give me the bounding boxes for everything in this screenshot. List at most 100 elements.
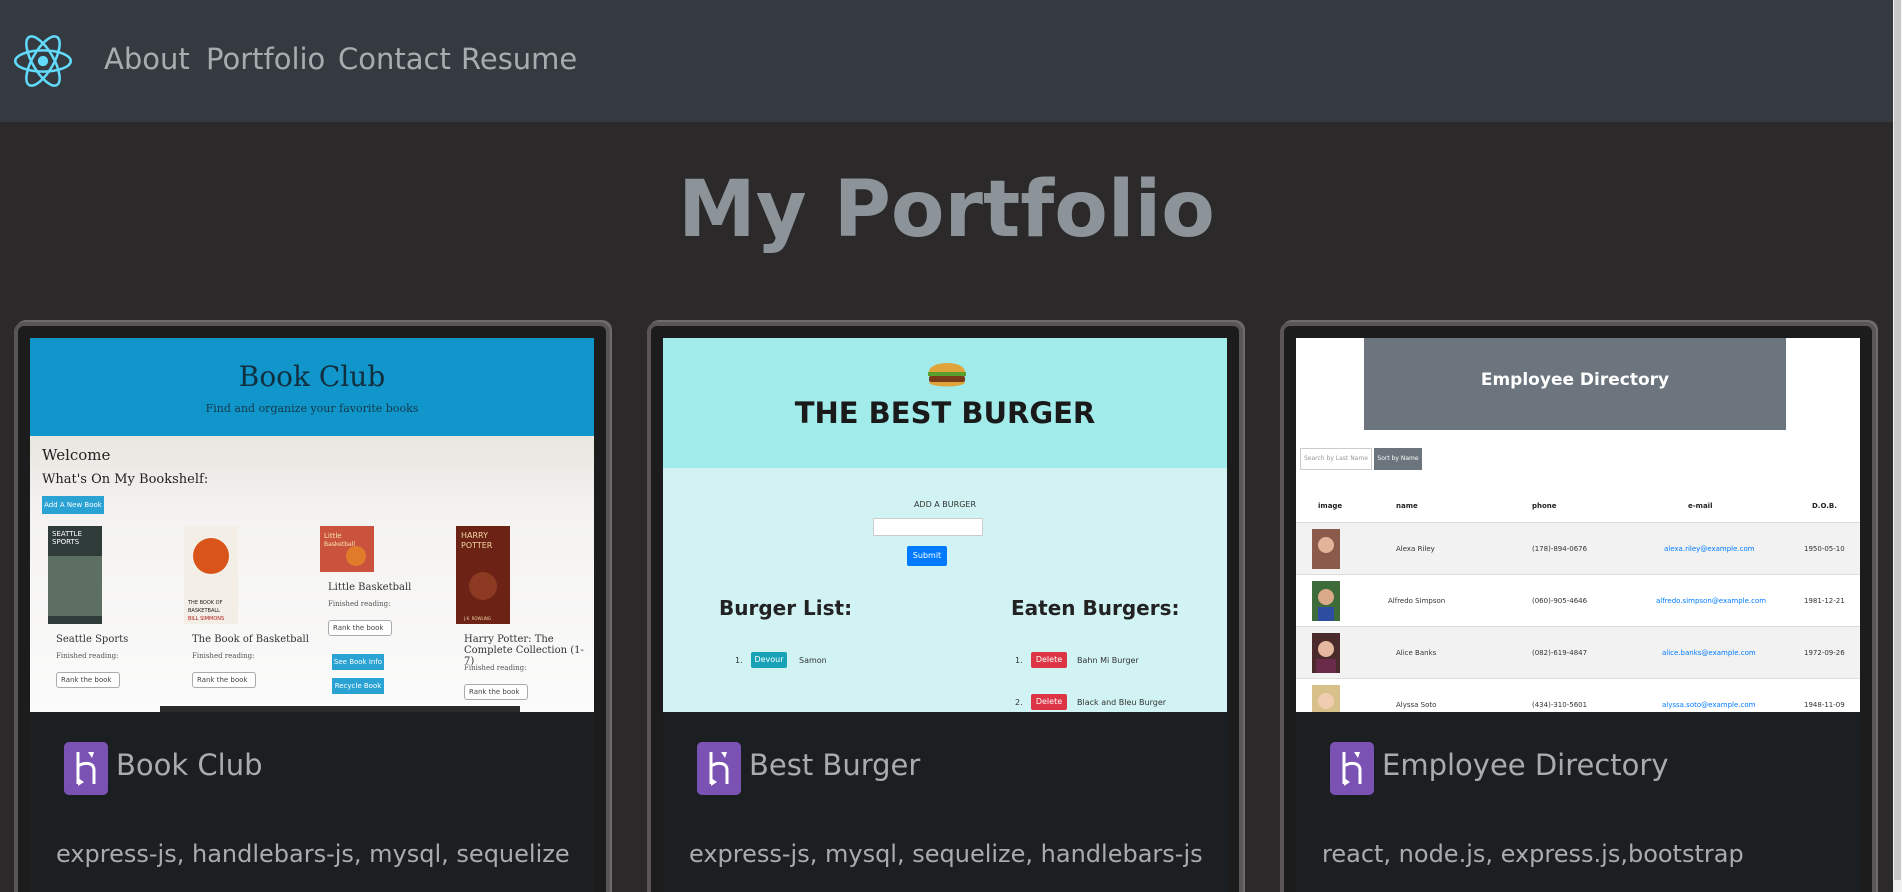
burger-input bbox=[873, 518, 983, 536]
book-rank-select: Rank the book bbox=[56, 672, 120, 688]
book-title: Little Basketball bbox=[328, 582, 412, 593]
employee-row: Alfredo Simpson (060)-905-4646 alfredo.s… bbox=[1296, 574, 1860, 626]
book-title: Harry Potter: The Complete Collection (1… bbox=[464, 634, 584, 667]
book-rank-select: Rank the book bbox=[328, 620, 392, 636]
heroku-icon[interactable] bbox=[1330, 742, 1374, 795]
bookclub-subtitle: Find and organize your favorite books bbox=[205, 402, 419, 415]
delete-button: Delete bbox=[1031, 694, 1067, 710]
employee-avatar bbox=[1312, 581, 1340, 621]
employee-email: alice.banks@example.com bbox=[1662, 649, 1756, 657]
burger-name: Samon bbox=[799, 656, 827, 665]
book-finished-label: Finished reading: bbox=[464, 664, 527, 672]
nav-link-portfolio[interactable]: Portfolio bbox=[206, 42, 325, 76]
eaten-burgers-heading: Eaten Burgers: bbox=[1011, 596, 1180, 620]
employee-avatar bbox=[1312, 529, 1340, 569]
bookclub-title: Book Club bbox=[238, 360, 386, 393]
book-finished-label: Finished reading: bbox=[56, 652, 119, 660]
employee-email: alyssa.soto@example.com bbox=[1662, 701, 1756, 709]
bookclub-welcome: Welcome bbox=[42, 446, 111, 464]
svg-text:THE BOOK OF: THE BOOK OF bbox=[187, 600, 223, 606]
project-title[interactable]: Employee Directory bbox=[1382, 748, 1669, 782]
svg-text:SEATTLE: SEATTLE bbox=[52, 530, 82, 538]
employee-name: Alice Banks bbox=[1396, 649, 1437, 657]
employee-column-header: D.O.B. bbox=[1812, 502, 1837, 510]
burger-number: 2. bbox=[1015, 698, 1023, 707]
project-tags: express-js, mysql, sequelize, handlebars… bbox=[689, 840, 1203, 868]
bookclub-shelf-heading: What's On My Bookshelf: bbox=[42, 472, 209, 487]
employee-phone: (060)-905-4646 bbox=[1532, 597, 1588, 605]
burger-list-heading: Burger List: bbox=[719, 596, 853, 620]
navbar: About Portfolio Contact Resume bbox=[0, 0, 1893, 122]
svg-text:POTTER: POTTER bbox=[461, 541, 493, 550]
employee-search-input: Search by Last Name bbox=[1300, 448, 1372, 470]
employee-title: Employee Directory bbox=[1480, 370, 1670, 390]
employee-dob: 1972-09-26 bbox=[1804, 649, 1845, 657]
burger-add-label: ADD A BURGER bbox=[913, 500, 977, 509]
book-rank-select: Rank the book bbox=[464, 684, 528, 700]
burger-submit-button: Submit bbox=[907, 546, 947, 566]
book-cover-image: HARRY POTTER J.K. ROWLING bbox=[456, 526, 510, 624]
employee-column-header: image bbox=[1318, 502, 1343, 510]
book-info-button: See Book Info bbox=[332, 654, 384, 670]
book-finished-label: Finished reading: bbox=[192, 652, 255, 660]
project-card-book-club: Book Club Find and organize your favorit… bbox=[14, 322, 610, 892]
burger-number: 1. bbox=[735, 656, 743, 665]
project-screenshot[interactable]: Book Club Find and organize your favorit… bbox=[30, 338, 594, 712]
book-cover-image: Little Basketball bbox=[320, 526, 374, 572]
card-body: Best Burger express-js, mysql, sequelize… bbox=[663, 712, 1227, 892]
nav-link-resume[interactable]: Resume bbox=[461, 42, 577, 76]
employee-email: alfredo.simpson@example.com bbox=[1656, 597, 1767, 605]
employee-dob: 1981-12-21 bbox=[1804, 597, 1845, 605]
employee-sort-button: Sort by Name bbox=[1374, 448, 1422, 470]
project-card-employee-directory: Employee Directory Search by Last Name S… bbox=[1280, 322, 1876, 892]
employee-avatar bbox=[1312, 685, 1340, 712]
employee-row: Alice Banks (082)-619-4847 alice.banks@e… bbox=[1296, 626, 1860, 678]
svg-text:J.K. ROWLING: J.K. ROWLING bbox=[463, 616, 491, 621]
employee-row: Alexa Riley (178)-894-0676 alexa.riley@e… bbox=[1296, 522, 1860, 574]
project-title[interactable]: Best Burger bbox=[749, 748, 920, 782]
employee-column-header: phone bbox=[1532, 502, 1557, 510]
heroku-icon[interactable] bbox=[697, 742, 741, 795]
employee-column-header: e-mail bbox=[1688, 502, 1713, 510]
svg-text:SPORTS: SPORTS bbox=[52, 538, 80, 546]
nav-link-about[interactable]: About bbox=[104, 42, 190, 76]
card-body: Book Club express-js, handlebars-js, mys… bbox=[30, 712, 594, 892]
book-cover-image: SEATTLE SPORTS bbox=[48, 526, 102, 624]
book-finished-label: Finished reading: bbox=[328, 600, 391, 608]
burger-title: THE BEST BURGER bbox=[794, 396, 1096, 430]
svg-text:Basketball: Basketball bbox=[324, 541, 355, 548]
book-title: The Book of Basketball bbox=[192, 634, 309, 645]
book-rank-select: Rank the book bbox=[192, 672, 256, 688]
employee-phone: (082)-619-4847 bbox=[1532, 649, 1588, 657]
svg-text:Little: Little bbox=[324, 532, 342, 540]
employee-phone: (178)-894-0676 bbox=[1532, 545, 1588, 553]
project-screenshot[interactable]: Employee Directory Search by Last Name S… bbox=[1296, 338, 1860, 712]
card-body: Employee Directory react, node.js, expre… bbox=[1296, 712, 1860, 892]
devour-button: Devour bbox=[751, 652, 787, 668]
heroku-icon[interactable] bbox=[64, 742, 108, 795]
burger-name: Bahn Mi Burger bbox=[1077, 656, 1139, 665]
employee-name: Alfredo Simpson bbox=[1388, 597, 1446, 605]
employee-column-header: name bbox=[1396, 502, 1418, 510]
react-logo-icon[interactable] bbox=[14, 32, 72, 90]
svg-text:BASKETBALL: BASKETBALL bbox=[188, 608, 220, 614]
employee-name: Alyssa Soto bbox=[1396, 701, 1437, 709]
nav-link-contact[interactable]: Contact bbox=[338, 42, 451, 76]
project-tags: express-js, handlebars-js, mysql, sequel… bbox=[56, 840, 570, 868]
burger-number: 1. bbox=[1015, 656, 1023, 665]
employee-dob: 1950-05-10 bbox=[1804, 545, 1845, 553]
employee-name: Alexa Riley bbox=[1396, 545, 1435, 553]
svg-text:BILL SIMMONS: BILL SIMMONS bbox=[188, 616, 224, 622]
delete-button: Delete bbox=[1031, 652, 1067, 668]
bookclub-header: Book Club Find and organize your favorit… bbox=[30, 338, 594, 436]
employee-dob: 1948-11-09 bbox=[1804, 701, 1845, 709]
project-card-best-burger: THE BEST BURGER ADD A BURGER Submit Burg… bbox=[647, 322, 1243, 892]
project-screenshot[interactable]: THE BEST BURGER ADD A BURGER Submit Burg… bbox=[663, 338, 1227, 712]
scrollbar-thumb[interactable] bbox=[1894, 0, 1901, 880]
employee-banner: Employee Directory bbox=[1364, 338, 1786, 430]
svg-text:HARRY: HARRY bbox=[461, 531, 488, 540]
employee-row: Alyssa Soto (434)-310-5601 alyssa.soto@e… bbox=[1296, 678, 1860, 712]
bookclub-add-button: Add A New Book bbox=[42, 496, 104, 514]
page-title: My Portfolio bbox=[678, 165, 1215, 255]
project-title[interactable]: Book Club bbox=[116, 748, 263, 782]
